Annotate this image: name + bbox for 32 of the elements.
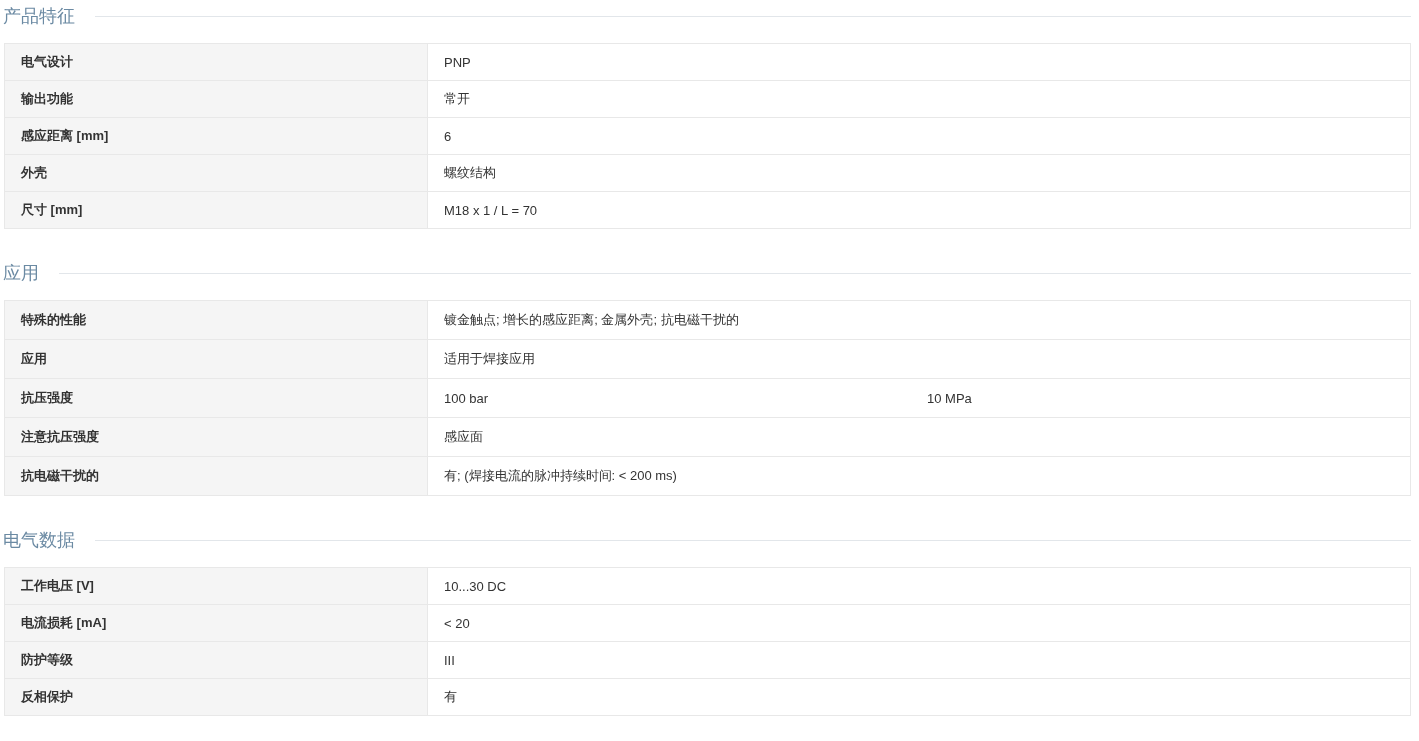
spec-label: 注意抗压强度 <box>5 418 428 456</box>
spec-label: 反相保护 <box>5 679 428 715</box>
spec-value: 镀金触点; 增长的感应距离; 金属外壳; 抗电磁干扰的 <box>444 311 739 329</box>
spec-value: PNP <box>444 54 471 70</box>
spec-value: 10...30 DC <box>444 578 507 594</box>
spec-value: 常开 <box>444 90 470 108</box>
spec-label: 外壳 <box>5 155 428 191</box>
spec-value: 感应面 <box>444 428 483 446</box>
spec-value: 适用于焊接应用 <box>444 350 535 368</box>
spec-label: 应用 <box>5 340 428 378</box>
spec-label: 电气设计 <box>5 44 428 80</box>
spec-label: 感应距离 [mm] <box>5 118 428 154</box>
spec-value: 6 <box>444 128 452 144</box>
spec-value: 10 MPa <box>927 390 972 406</box>
spec-label: 抗电磁干扰的 <box>5 457 428 495</box>
spec-value: M18 x 1 / L = 70 <box>444 202 538 218</box>
spec-label: 输出功能 <box>5 81 428 117</box>
spec-value: < 20 <box>444 615 470 631</box>
spec-value: III <box>444 652 455 668</box>
spec-label: 特殊的性能 <box>5 301 428 339</box>
section-title: 应用 <box>3 262 39 285</box>
spec-value: 螺纹结构 <box>444 164 496 182</box>
spec-value: 有; (焊接电流的脉冲持续时间: < 200 ms) <box>444 467 677 485</box>
spec-label: 抗压强度 <box>5 379 428 417</box>
section-title: 产品特征 <box>3 5 75 28</box>
spec-label: 防护等级 <box>5 642 428 678</box>
spec-label: 电流损耗 [mA] <box>5 605 428 641</box>
spec-value: 100 bar <box>444 390 489 406</box>
spec-label: 工作电压 [V] <box>5 568 428 604</box>
spec-value: 有 <box>444 688 457 706</box>
spec-label: 尺寸 [mm] <box>5 192 428 228</box>
section-title: 电气数据 <box>3 529 75 552</box>
